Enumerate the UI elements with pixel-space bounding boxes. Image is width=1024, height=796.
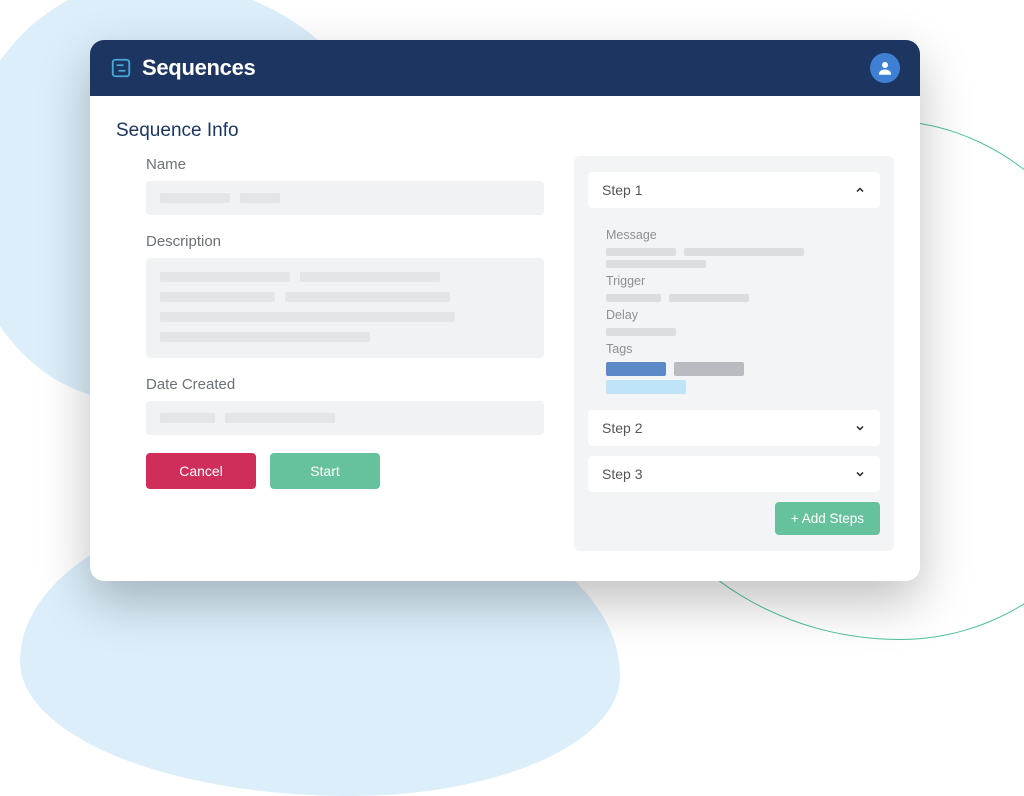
cancel-button[interactable]: Cancel	[146, 453, 256, 489]
step-2-title: Step 2	[602, 420, 642, 436]
chevron-down-icon	[854, 422, 866, 434]
tag-chip[interactable]	[606, 380, 686, 394]
start-button[interactable]: Start	[270, 453, 380, 489]
name-input[interactable]	[146, 181, 544, 215]
user-icon	[876, 59, 894, 77]
step-1-body: Message Trigger Delay Tags	[588, 218, 880, 410]
tag-chip[interactable]	[606, 362, 666, 376]
date-created-display	[146, 401, 544, 435]
chevron-up-icon	[854, 184, 866, 196]
titlebar: Sequences	[90, 40, 920, 96]
left-column: Name Description Date Created	[116, 156, 544, 551]
description-input[interactable]	[146, 258, 544, 358]
tag-chip[interactable]	[674, 362, 744, 376]
step-1-header[interactable]: Step 1	[588, 172, 880, 208]
app-window: Sequences Sequence Info Name Description	[90, 40, 920, 581]
chevron-down-icon	[854, 468, 866, 480]
step-3-header[interactable]: Step 3	[588, 456, 880, 492]
step-2-header[interactable]: Step 2	[588, 410, 880, 446]
date-created-label: Date Created	[146, 376, 544, 393]
steps-panel: Step 1 Message Trigger Delay Tags	[574, 156, 894, 551]
app-logo-icon	[110, 57, 132, 79]
step-3-title: Step 3	[602, 466, 642, 482]
step1-tags-label: Tags	[606, 342, 870, 356]
step1-delay-label: Delay	[606, 308, 870, 322]
user-avatar[interactable]	[870, 53, 900, 83]
description-label: Description	[146, 233, 544, 250]
content: Sequence Info Name Description D	[90, 96, 920, 581]
add-steps-button[interactable]: + Add Steps	[775, 502, 880, 535]
name-label: Name	[146, 156, 544, 173]
step1-trigger-label: Trigger	[606, 274, 870, 288]
section-title: Sequence Info	[116, 120, 894, 142]
step-1-title: Step 1	[602, 182, 642, 198]
app-title: Sequences	[142, 55, 255, 81]
step1-message-label: Message	[606, 228, 870, 242]
